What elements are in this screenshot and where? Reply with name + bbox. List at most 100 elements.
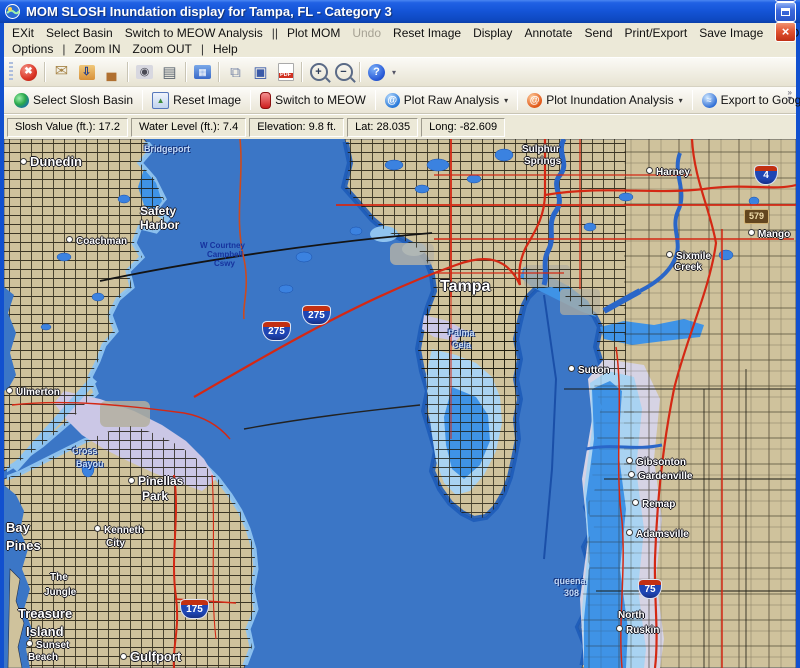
mail-icon[interactable]: ✉ <box>50 61 73 84</box>
map-label-gardenville: Gardenville <box>628 471 692 482</box>
menu-separator: || <box>269 26 281 40</box>
menu-item-print-export[interactable]: Print/Export <box>619 26 694 40</box>
map-label-city: City <box>106 539 125 549</box>
maximize-icon <box>781 8 790 16</box>
print-icon[interactable]: ▤ <box>158 61 181 84</box>
map-label-sutton: Sutton <box>568 365 610 376</box>
map-label-island: Island <box>26 625 64 638</box>
map-label-creek: Creek <box>674 263 702 273</box>
button-label: Plot Inundation Analysis <box>546 93 673 107</box>
highway-shield-275: 275 <box>302 305 331 325</box>
google-earth-icon: ≈ <box>702 93 717 108</box>
map-image <box>4 139 796 668</box>
zoom-out-icon[interactable]: − <box>332 61 355 84</box>
pdf-export-icon[interactable]: PDF <box>274 61 297 84</box>
map-label-safety: Safety <box>140 205 176 217</box>
map-label-remap: Remap <box>632 499 675 510</box>
toolbar-overflow-button[interactable]: ▾ <box>392 70 396 75</box>
dropdown-arrow-icon[interactable]: ▾ <box>679 96 683 105</box>
window-title: MOM SLOSH Inundation display for Tampa, … <box>26 4 773 19</box>
map-label-sunset: Sunset <box>26 640 69 651</box>
map-label-bridgeport: Bridgeport <box>144 145 190 154</box>
menu-item-zoom-out[interactable]: Zoom OUT <box>127 42 198 56</box>
menu-item-reset-image[interactable]: Reset Image <box>387 26 467 40</box>
map-label-pinellas: Pinellas <box>128 475 183 487</box>
toolbar-separator <box>517 90 518 110</box>
toolbar-overflow-button[interactable]: »▾ <box>788 90 792 102</box>
plot-raw-analysis-button[interactable]: @Plot Raw Analysis▾ <box>379 91 514 110</box>
map-label-sixmile: Sixmile <box>666 251 711 262</box>
plot-inundation-analysis-button[interactable]: @ Plot Inundation Analysis ▾ <box>521 91 688 110</box>
map-label-bay: Bay <box>6 521 30 534</box>
menu-separator: | <box>198 42 207 56</box>
stamp-icon[interactable]: ▄ <box>100 61 123 84</box>
raw-analysis-cyclone-icon: @ <box>385 93 400 108</box>
inundation-cyclone-icon: @ <box>527 93 542 108</box>
app-window: MOM SLOSH Inundation display for Tampa, … <box>0 0 800 668</box>
map-label-ruskin: Ruskin <box>616 625 659 636</box>
menu-item-display[interactable]: Display <box>467 26 518 40</box>
map-label-dunedin: Dunedin <box>20 155 82 168</box>
save-icon[interactable]: ▣ <box>249 61 272 84</box>
map-label-tampa: Tampa <box>440 279 490 295</box>
import-icon[interactable]: ⇩ <box>75 61 98 84</box>
button-label: Select Slosh Basin <box>33 93 133 107</box>
map-label-pines: Pines <box>6 539 41 552</box>
toolbar-separator <box>301 62 303 82</box>
title-bar[interactable]: MOM SLOSH Inundation display for Tampa, … <box>0 0 800 23</box>
reset-image-button[interactable]: ▲ Reset Image <box>146 90 247 111</box>
toolbar-separator <box>359 62 361 82</box>
menu-item-send[interactable]: Send <box>578 26 618 40</box>
export-to-google-earth-button[interactable]: ≈Export to Google Earth▾ <box>696 91 800 110</box>
map-label-jungle: Jungle <box>44 588 76 598</box>
close-button[interactable]: × <box>775 22 796 42</box>
map-label-mango: Mango <box>748 229 790 240</box>
toolbar-separator <box>44 62 46 82</box>
map-label-cswy: Cswy <box>214 260 235 268</box>
dropdown-arrow-icon[interactable]: ▾ <box>504 96 508 105</box>
status-field-slosh-value-ft: Slosh Value (ft.): 17.2 <box>7 118 128 137</box>
copy-icon[interactable]: ⧉ <box>224 61 247 84</box>
toolbar-separator <box>127 62 129 82</box>
map-label-308: 308 <box>564 589 579 598</box>
map-label-ceia: Ceia <box>452 341 471 350</box>
map-label-park: Park <box>142 490 168 502</box>
zoom-in-icon[interactable]: + <box>307 61 330 84</box>
reset-image-icon: ▲ <box>152 92 169 109</box>
map-label-kenneth: Kenneth <box>94 525 144 536</box>
menu-item-exit[interactable]: EXit <box>6 26 40 40</box>
menu-item-options[interactable]: Options <box>6 42 59 56</box>
menu-item-plot-mom[interactable]: Plot MOM <box>281 26 346 40</box>
menu-item-save-image[interactable]: Save Image <box>693 26 769 40</box>
maximize-button[interactable] <box>775 2 796 22</box>
menu-row-2: Options|Zoom INZoom OUT|Help <box>6 41 794 57</box>
image-viewer-icon[interactable]: ▦ <box>191 61 214 84</box>
switch-to-meow-button[interactable]: Switch to MEOW <box>254 90 372 111</box>
toolbar-grip[interactable] <box>9 62 13 82</box>
menu-item-zoom-in[interactable]: Zoom IN <box>68 42 126 56</box>
select-slosh-basin-button[interactable]: Select Slosh Basin <box>8 91 139 110</box>
map-label-cross: Cross <box>72 447 98 456</box>
globe-icon <box>14 93 29 108</box>
help-icon[interactable]: ? <box>365 61 388 84</box>
status-field-water-level-ft: Water Level (ft.): 7.4 <box>131 118 246 137</box>
menu-bar: EXitSelect BasinSwitch to MEOW Analysis|… <box>4 23 796 57</box>
map-label-campbell: Campbell <box>207 251 243 259</box>
button-label: Reset Image <box>173 93 241 107</box>
map-label-treasure: Treasure <box>18 607 72 620</box>
menu-item-switch-to-meow-analysis[interactable]: Switch to MEOW Analysis <box>119 26 269 40</box>
menu-item-undo[interactable]: Undo <box>346 26 387 40</box>
menu-item-help[interactable]: Help <box>207 42 244 56</box>
map-label-sulphur: Sulphur <box>522 145 560 155</box>
highway-shield-579: 579 <box>744 209 769 224</box>
toolbar-separator <box>185 62 187 82</box>
status-field-lat: Lat: 28.035 <box>347 118 418 137</box>
menu-item-select-basin[interactable]: Select Basin <box>40 26 119 40</box>
map-label-harbor: Harbor <box>140 219 179 231</box>
close-icon[interactable]: ✖ <box>17 61 40 84</box>
camera-icon[interactable]: ◉ <box>133 61 156 84</box>
map-canvas[interactable]: DunedinBridgeportSafetyHarborCoachmanW C… <box>4 139 796 668</box>
toolbar-separator <box>218 62 220 82</box>
map-label-springs: Springs <box>524 157 561 167</box>
menu-item-annotate[interactable]: Annotate <box>518 26 578 40</box>
